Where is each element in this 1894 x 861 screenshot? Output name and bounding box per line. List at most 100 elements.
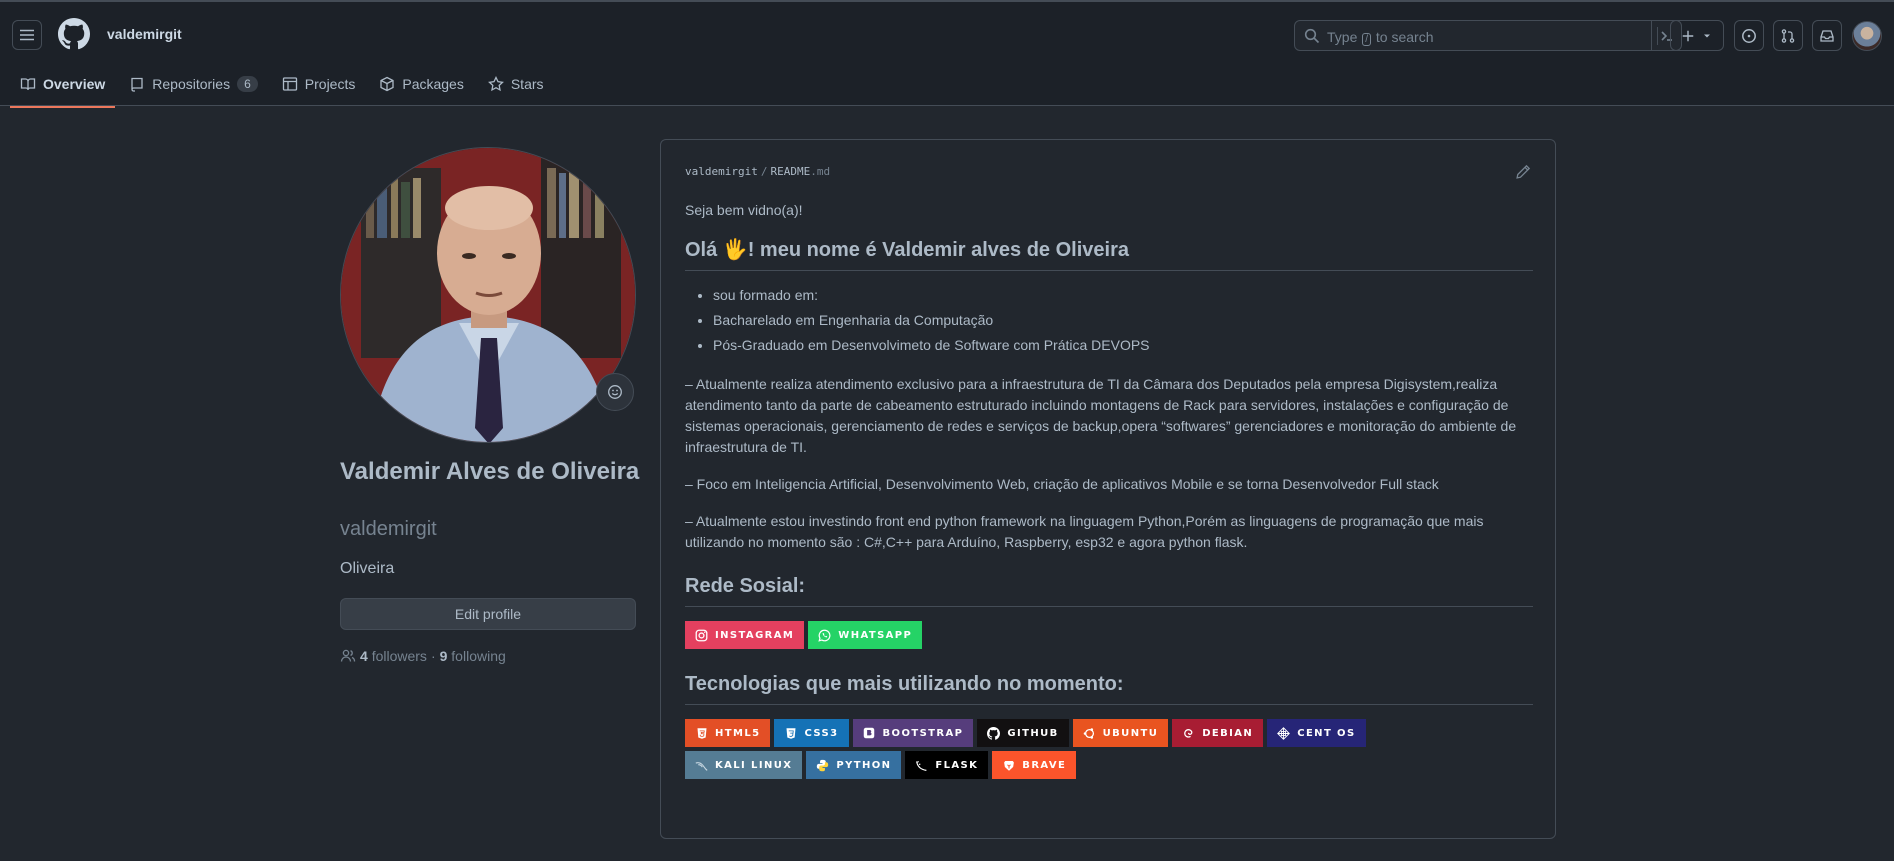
list-item: Pós-Graduado em Desenvolvimeto de Softwa…: [713, 335, 1533, 356]
readme-paragraph: – Atualmente realiza atendimento exclusi…: [685, 376, 1517, 455]
list-item: sou formado em:: [713, 285, 1533, 306]
css3-icon: [784, 727, 797, 740]
profile-avatar[interactable]: [340, 147, 636, 443]
tab-projects[interactable]: Projects: [272, 60, 366, 107]
python-icon: [816, 759, 829, 772]
inbox-button[interactable]: [1812, 20, 1842, 51]
ubuntu-icon: [1083, 727, 1096, 740]
repo-icon: [131, 77, 143, 92]
people-icon: [340, 649, 356, 662]
tab-label: Stars: [510, 75, 544, 92]
bootstrap-badge[interactable]: BOOTSTRAP: [852, 719, 974, 747]
readme-card: valdemirgit / README.md Seja bem vidno(a)!…: [660, 139, 1556, 839]
crumb-file[interactable]: README: [770, 165, 810, 178]
badge-label: PYTHON: [836, 759, 892, 771]
debian-badge[interactable]: DEBIAN: [1172, 719, 1264, 747]
book-icon: [20, 77, 36, 90]
instagram-icon: [695, 629, 708, 642]
readme-paragraph: – Atualmente estou investindo front end …: [685, 513, 1484, 550]
edit-profile-button[interactable]: Edit profile: [340, 598, 636, 630]
whatsapp-badge[interactable]: WHATSAPP: [808, 621, 923, 649]
kali-linux-badge[interactable]: KALI LINUX: [685, 751, 803, 779]
tech-badges: HTML5 CSS3 BOOTSTRAP GITHUB UBUNTU DEBIA…: [685, 719, 1405, 779]
readme-content: Seja bem vidno(a)! Olá 🖐! meu nome é Val…: [685, 200, 1533, 803]
issue-opened-icon: [1742, 28, 1756, 43]
user-avatar[interactable]: [1852, 21, 1882, 51]
whatsapp-icon: [818, 629, 831, 642]
readme-heading-intro: Olá 🖐! meu nome é Valdemir alves de Oliv…: [685, 237, 1533, 271]
tab-stars[interactable]: Stars: [478, 60, 554, 107]
profile-bio: Oliveira: [340, 560, 395, 577]
create-new-button[interactable]: [1670, 20, 1724, 51]
header-divider: [1657, 27, 1658, 45]
centos-badge[interactable]: CENT OS: [1267, 719, 1366, 747]
github-icon: [987, 726, 1001, 740]
github-logo-icon[interactable]: [58, 18, 90, 50]
profile-username: valdemirgit: [340, 518, 437, 540]
badge-label: GITHUB: [1007, 727, 1059, 739]
edit-readme-button[interactable]: [1515, 164, 1531, 183]
readme-breadcrumb: valdemirgit / README.md: [685, 165, 831, 178]
badge-label: DEBIAN: [1202, 727, 1254, 739]
set-status-button[interactable]: [596, 373, 634, 411]
tab-label: Packages: [402, 75, 464, 92]
followers-link[interactable]: 4 followers: [360, 648, 427, 664]
plus-icon: [1682, 30, 1694, 41]
css3-badge[interactable]: CSS3: [774, 719, 849, 747]
tab-repositories[interactable]: Repositories 6: [119, 60, 268, 107]
follow-separator: ·: [430, 648, 436, 664]
profile-tabs: Overview Repositories 6 Projects Package…: [10, 60, 558, 108]
flask-badge[interactable]: FLASK: [905, 751, 989, 779]
issues-button[interactable]: [1734, 20, 1764, 51]
brave-badge[interactable]: BRAVE: [992, 751, 1077, 779]
brave-icon: [1002, 759, 1015, 772]
badge-label: FLASK: [935, 759, 979, 771]
centos-icon: [1277, 726, 1291, 740]
readme-paragraph: – Foco em Inteligencia Artificial, Desen…: [685, 476, 1439, 492]
readme-heading-tech: Tecnologias que mais utilizando no momen…: [685, 673, 1533, 705]
badge-label: BOOTSTRAP: [882, 727, 964, 739]
badge-label: CSS3: [804, 727, 839, 739]
header-username[interactable]: valdemirgit: [107, 26, 182, 42]
tab-label: Projects: [304, 75, 356, 92]
pull-requests-button[interactable]: [1773, 20, 1803, 51]
tab-overview[interactable]: Overview: [10, 60, 116, 108]
triangle-down-icon: [1704, 34, 1710, 37]
tab-packages[interactable]: Packages: [369, 60, 473, 107]
follow-stats: 4 followers · 9 following: [340, 648, 506, 664]
flask-icon: [915, 759, 928, 772]
debian-icon: [1182, 727, 1195, 740]
bootstrap-icon: [863, 727, 876, 740]
search-placeholder: Type / to search: [1327, 29, 1434, 46]
smiley-icon: [608, 385, 622, 399]
search-icon: [1304, 28, 1320, 44]
github-badge[interactable]: GITHUB: [977, 719, 1069, 747]
python-badge[interactable]: PYTHON: [806, 751, 902, 779]
search-input[interactable]: Type / to search: [1294, 20, 1682, 51]
pencil-icon: [1516, 164, 1531, 179]
following-link[interactable]: 9 following: [440, 648, 506, 664]
badge-label: HTML5: [715, 727, 761, 739]
badge-label: WHATSAPP: [838, 629, 913, 641]
hamburger-icon: [20, 29, 34, 41]
badge-label: CENT OS: [1297, 727, 1356, 739]
inbox-icon: [1820, 29, 1834, 42]
education-list: sou formado em: Bacharelado em Engenhari…: [685, 285, 1533, 356]
social-badges: INSTAGRAM WHATSAPP: [685, 621, 1405, 649]
kali-icon: [695, 759, 708, 772]
crumb-owner[interactable]: valdemirgit: [685, 165, 758, 178]
list-item: Bacharelado em Engenharia da Computação: [713, 310, 1533, 331]
menu-button[interactable]: [12, 20, 42, 50]
badge-label: UBUNTU: [1102, 727, 1159, 739]
table-icon: [282, 76, 297, 91]
package-icon: [380, 76, 395, 91]
profile-full-name: Valdemir Alves de Oliveira: [340, 458, 640, 485]
instagram-badge[interactable]: INSTAGRAM: [685, 621, 805, 649]
html5-icon: [695, 727, 708, 740]
tab-label: Repositories: [152, 75, 231, 92]
top-header: valdemirgit Type / to search Overview Re…: [0, 0, 1894, 108]
ubuntu-badge[interactable]: UBUNTU: [1072, 719, 1169, 747]
badge-label: BRAVE: [1022, 759, 1067, 771]
html5-badge[interactable]: HTML5: [685, 719, 771, 747]
repo-count-badge: 6: [237, 75, 258, 92]
